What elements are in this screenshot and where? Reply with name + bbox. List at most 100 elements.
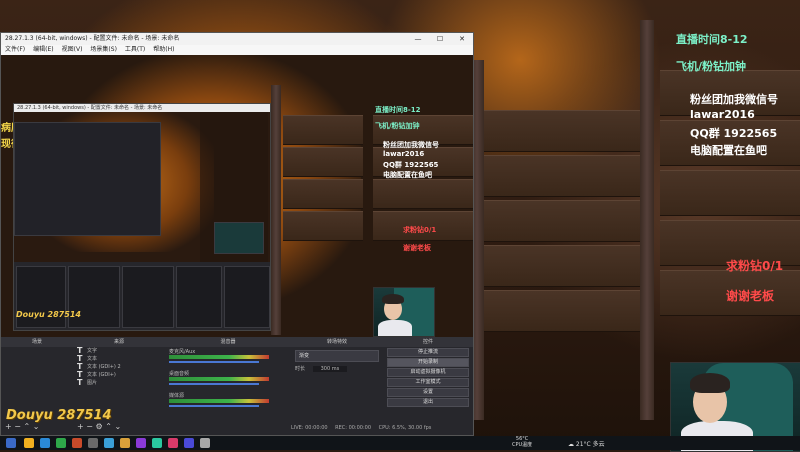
obs-window[interactable]: 28.27.1.3 (64-bit, windows) - 配置文件: 未命名 … bbox=[0, 32, 474, 436]
source-item[interactable]: T 文字 bbox=[73, 347, 165, 355]
menu-edit[interactable]: 编辑(E) bbox=[33, 45, 53, 55]
mixer-dock-title: 混音器 bbox=[165, 337, 291, 347]
overlay-info-line: 粉丝团加我微信号 bbox=[690, 93, 778, 106]
start-recording-button[interactable]: 开始录制 bbox=[387, 358, 469, 367]
nested-logo-brand: Douyu bbox=[16, 310, 45, 319]
source-add-icon[interactable]: + − ⚙ ⌃ ⌄ bbox=[77, 422, 121, 431]
obs-statusbar: LIVE: 00:00:00 REC: 00:00:00 CPU: 6.5%, … bbox=[291, 425, 431, 433]
menu-tools[interactable]: 工具(T) bbox=[125, 45, 145, 55]
menu-file[interactable]: 文件(F) bbox=[5, 45, 25, 55]
app-icon[interactable] bbox=[200, 438, 210, 448]
preview-webcam bbox=[373, 287, 435, 337]
menu-help[interactable]: 帮助(H) bbox=[153, 45, 174, 55]
app-icon[interactable] bbox=[120, 438, 130, 448]
transition-select[interactable]: 渐变 bbox=[295, 350, 379, 362]
nested-dock-panel bbox=[122, 266, 174, 328]
preview-overlay-info: QQ群 1922565 bbox=[383, 161, 439, 169]
door-frame-right bbox=[640, 20, 654, 420]
mixer-row: 桌面音频 bbox=[165, 369, 291, 391]
nested-inner-window bbox=[14, 122, 161, 236]
maximize-icon[interactable]: ☐ bbox=[429, 33, 451, 45]
cpu-temp-widget[interactable]: 56°C CPU温度 bbox=[512, 436, 532, 448]
cloud-icon: ☁ bbox=[568, 441, 574, 448]
weather-widget[interactable]: ☁ 21°C 多云 bbox=[568, 439, 605, 448]
preview-shirt bbox=[378, 320, 412, 336]
obs-preview[interactable]: 直播时间8-12 飞机/粉钻加钟 粉丝团加我微信号 lawar2016 QQ群 … bbox=[1, 55, 473, 337]
status-cpu: CPU: 6.5%, 30.00 fps bbox=[378, 425, 432, 431]
overlay-schedule: 直播时间8-12 bbox=[676, 33, 748, 46]
obs-titlebar[interactable]: 28.27.1.3 (64-bit, windows) - 配置文件: 未命名 … bbox=[1, 33, 473, 45]
transitions-dock[interactable]: 转场特效 渐变 时长 300 ms bbox=[291, 337, 384, 435]
nested-douyu-logo: Douyu 287514 bbox=[16, 310, 81, 319]
audio-meter bbox=[169, 399, 269, 403]
app-icon[interactable] bbox=[56, 438, 66, 448]
nested-preview bbox=[14, 112, 270, 262]
preview-overlay-info: 电脑配置在鱼吧 bbox=[383, 171, 432, 179]
app-icon[interactable] bbox=[72, 438, 82, 448]
app-icon[interactable] bbox=[40, 438, 50, 448]
app-icon[interactable] bbox=[104, 438, 114, 448]
weather-desc: 多云 bbox=[592, 441, 605, 448]
preview-plank bbox=[283, 211, 363, 241]
close-icon[interactable]: ✕ bbox=[451, 33, 473, 45]
settings-button[interactable]: 设置 bbox=[387, 388, 469, 397]
status-live: LIVE: 00:00:00 bbox=[291, 425, 328, 431]
app-icon[interactable] bbox=[136, 438, 146, 448]
app-icon[interactable] bbox=[184, 438, 194, 448]
source-item[interactable]: T 图片 bbox=[73, 379, 165, 387]
menu-view[interactable]: 视图(V) bbox=[62, 45, 83, 55]
minimize-icon[interactable]: — bbox=[407, 33, 429, 45]
obs-title: 28.27.1.3 (64-bit, windows) - 配置文件: 未命名 … bbox=[5, 35, 180, 42]
cpu-temp-label: CPU温度 bbox=[512, 442, 533, 448]
obs-menubar: 文件(F) 编辑(E) 视图(V) 场景集(S) 工具(T) 帮助(H) bbox=[1, 45, 473, 55]
start-icon[interactable] bbox=[6, 438, 16, 448]
overlay-info-line: QQ群 1922565 bbox=[690, 127, 778, 140]
mixer-dock[interactable]: 混音器 麦克风/Aux 桌面音频 媒体源 bbox=[165, 337, 292, 435]
nested-docks bbox=[14, 262, 270, 330]
virtual-camera-button[interactable]: 启动虚拟摄像机 bbox=[387, 368, 469, 377]
app-icon[interactable] bbox=[152, 438, 162, 448]
controls-dock[interactable]: 控件 停止推流 开始录制 启动虚拟摄像机 工作室模式 设置 退出 bbox=[383, 337, 473, 435]
douyu-logo: Douyu 287514 bbox=[6, 408, 112, 423]
door-plank bbox=[484, 110, 640, 152]
duration-value[interactable]: 300 ms bbox=[312, 366, 348, 372]
preview-hair bbox=[382, 294, 404, 304]
app-icon[interactable] bbox=[168, 438, 178, 448]
mixer-label: 桌面音频 bbox=[169, 371, 190, 377]
stop-streaming-button[interactable]: 停止推流 bbox=[387, 348, 469, 357]
overlay-gift-line: 飞机/粉钻加钟 bbox=[676, 60, 747, 73]
scene-add-icon[interactable]: + − ⌃ ⌄ bbox=[5, 422, 39, 431]
nested-webcam bbox=[214, 222, 264, 254]
source-item[interactable]: T 文本 bbox=[73, 355, 165, 363]
preview-plank bbox=[283, 147, 363, 177]
nested-title: 28.27.1.3 (64-bit, windows) - 配置文件: 未命名 … bbox=[14, 104, 270, 112]
source-item[interactable]: T 文本 (GDI+) bbox=[73, 371, 165, 379]
app-icon[interactable] bbox=[24, 438, 34, 448]
source-label: 图片 bbox=[87, 380, 98, 386]
streamer-hair bbox=[690, 373, 730, 393]
audio-meter bbox=[169, 377, 269, 381]
overlay-info-line: lawar2016 bbox=[690, 108, 755, 121]
door-plank bbox=[484, 200, 640, 242]
source-label: 文本 (GDI+) bbox=[87, 372, 116, 378]
audio-meter bbox=[169, 355, 269, 359]
preview-plank bbox=[283, 179, 363, 209]
nested-obs-preview: 28.27.1.3 (64-bit, windows) - 配置文件: 未命名 … bbox=[13, 103, 271, 331]
windows-taskbar: 56°C CPU温度 ☁ 21°C 多云 bbox=[0, 436, 800, 450]
logo-brand: Douyu bbox=[6, 408, 53, 423]
source-label: 文本 bbox=[87, 356, 98, 362]
sources-dock-title: 来源 bbox=[73, 337, 165, 347]
exit-button[interactable]: 退出 bbox=[387, 398, 469, 407]
logo-room: 287514 bbox=[57, 408, 112, 423]
studio-mode-button[interactable]: 工作室模式 bbox=[387, 378, 469, 387]
source-item[interactable]: T 文本 (GDI+) 2 bbox=[73, 363, 165, 371]
scenes-dock-title: 场景 bbox=[1, 337, 73, 347]
volume-slider[interactable] bbox=[169, 361, 259, 363]
volume-slider[interactable] bbox=[169, 383, 259, 385]
menu-scene-collection[interactable]: 场景集(S) bbox=[90, 45, 117, 55]
preview-overlay-info: lawar2016 bbox=[383, 150, 425, 158]
nested-logo-room: 287514 bbox=[47, 310, 81, 319]
controls-dock-title: 控件 bbox=[383, 337, 473, 347]
volume-slider[interactable] bbox=[169, 405, 259, 407]
app-icon[interactable] bbox=[88, 438, 98, 448]
